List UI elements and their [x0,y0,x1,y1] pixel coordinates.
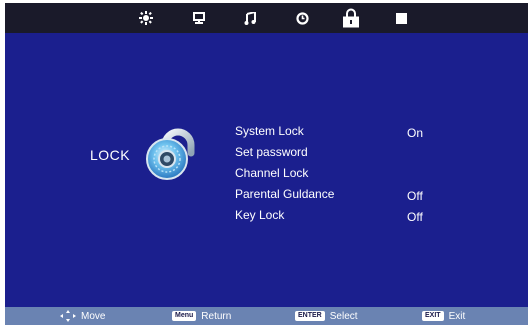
hint-exit: EXIT Exit [422,307,465,325]
hint-move-label: Move [81,310,106,322]
menu-key-badge: Menu [172,311,197,321]
lock-icon[interactable] [341,7,361,29]
option-parental-guidance[interactable]: Parental Guldance Off [235,184,495,205]
option-label: Set password [235,145,308,159]
option-label: Parental Guldance [235,187,335,201]
option-set-password[interactable]: Set password [235,142,495,163]
arrow-keys-icon [60,310,76,322]
timer-icon[interactable] [294,10,310,26]
stop-square-icon[interactable] [393,10,409,26]
option-label: System Lock [235,124,304,138]
music-note-icon[interactable] [242,10,258,26]
option-label: Key Lock [235,208,285,222]
monitor-icon[interactable] [191,10,207,26]
option-value: Off [407,210,423,224]
option-key-lock[interactable]: Key Lock Off [235,205,495,226]
menu-title: LOCK [90,147,131,163]
option-label: Channel Lock [235,166,309,180]
option-value: Off [407,189,423,203]
exit-key-badge: EXIT [422,311,444,321]
hint-exit-label: Exit [448,310,466,322]
padlock-graphic-icon [143,123,203,188]
hint-return-label: Return [201,310,232,322]
hint-move: Move [60,307,105,325]
hint-return: Menu Return [172,307,231,325]
tv-osd-screen: LOCK System Lock On Set password Channel… [5,3,528,325]
enter-key-badge: ENTER [295,311,325,321]
hint-select: ENTER Select [295,307,358,325]
lock-options-list: System Lock On Set password Channel Lock… [235,121,495,226]
picture-icon[interactable] [138,10,154,26]
option-system-lock[interactable]: System Lock On [235,121,495,142]
hint-select-label: Select [329,310,358,322]
footer-hint-bar: Move Menu Return ENTER Select EXIT Exit [5,307,528,325]
option-value: On [407,126,424,140]
top-menu-bar [5,3,528,33]
option-channel-lock[interactable]: Channel Lock [235,163,495,184]
